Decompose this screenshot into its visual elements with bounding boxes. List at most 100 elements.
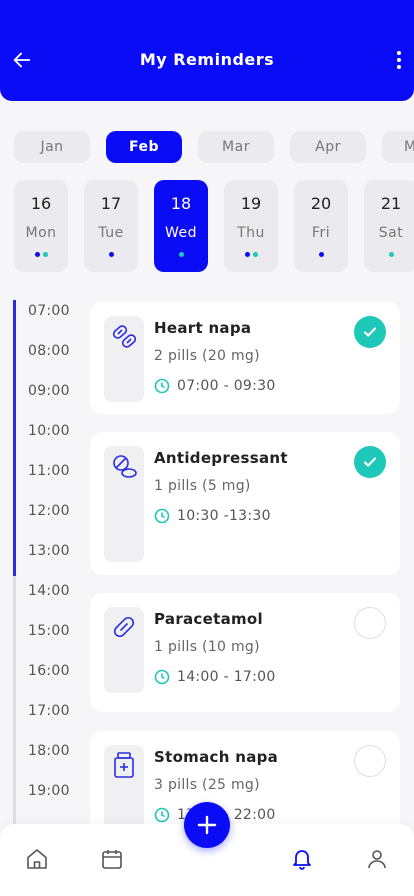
medicine-name: Heart napa [154,319,252,337]
medicine-dose: 1 pills (5 mg) [154,478,251,494]
indicator-dot [108,252,114,257]
clock-icon [154,508,170,524]
medicine-dose: 2 pills (20 mg) [154,348,260,364]
clock-icon [154,807,170,823]
calendar-icon [102,850,122,869]
time-label: 07:00 [28,303,70,319]
day-number: 21 [380,194,402,213]
time-label: 16:00 [28,663,70,679]
day-indicators [224,252,278,258]
nav-notifications[interactable] [289,846,315,872]
day-number: 18 [170,194,192,213]
more-menu-button[interactable] [390,48,408,72]
day-indicators [14,252,68,258]
day-name: Fri [311,225,331,241]
time-label: 09:00 [28,383,70,399]
day-number: 16 [30,194,52,213]
completed-checkbox[interactable] [354,446,386,478]
medicine-icon-box [104,446,144,562]
indicator-dot [244,252,250,257]
page-title: My Reminders [139,50,275,69]
day-name: Sat [378,225,404,241]
reminder-card[interactable]: Antidepressant 1 pills (5 mg) 10:30 -13:… [90,432,400,575]
day-indicators [294,252,348,258]
app-header: My Reminders [0,0,414,101]
medicine-name: Stomach napa [154,748,279,766]
medicine-icon-box [104,316,144,402]
plus-icon [197,815,217,835]
time-label: 19:00 [28,783,70,799]
indicator-dot [252,252,258,257]
day-number: 20 [310,194,332,213]
month-tab-feb[interactable]: Feb [106,131,182,163]
month-tab-jan[interactable]: Jan [14,131,90,163]
bell-icon [293,850,311,870]
nav-calendar[interactable] [99,846,125,872]
pill-icon [113,616,135,638]
time-label: 15:00 [28,623,70,639]
indicator-dot [42,252,48,257]
medicine-bottle-icon [114,752,134,778]
time-range: 14:00 - 17:00 [154,669,276,685]
day-card-16[interactable]: 16 Mon [14,180,68,272]
day-name: Tue [98,225,124,241]
medicine-icon-box [104,745,144,831]
indicator-dot [178,252,184,257]
time-label: 18:00 [28,743,70,759]
indicator-dot [34,252,40,257]
time-range-text: 10:30 -13:30 [177,508,271,524]
home-icon [27,849,47,869]
check-icon [363,327,377,337]
tablets-icon [113,455,137,478]
timeline-progress [13,300,16,576]
time-label: 14:00 [28,583,70,599]
medicine-icon-box [104,607,144,693]
time-label: 13:00 [28,543,70,559]
more-vertical-icon [397,51,401,69]
day-card-19[interactable]: 19 Thu [224,180,278,272]
day-number: 17 [100,194,122,213]
nav-home[interactable] [24,846,50,872]
medicine-name: Paracetamol [154,610,263,628]
day-number: 19 [240,194,262,213]
month-tab-apr[interactable]: Apr [290,131,366,163]
time-range-text: 07:00 - 09:30 [177,378,276,394]
medicine-name: Antidepressant [154,449,288,467]
time-label: 17:00 [28,703,70,719]
clock-icon [154,669,170,685]
day-indicators [364,252,414,258]
month-tab-mar[interactable]: Mar [198,131,274,163]
capsules-icon [112,325,137,348]
check-icon [363,457,377,467]
time-label: 12:00 [28,503,70,519]
month-selector: Jan Feb Mar Apr May [14,131,414,163]
day-card-21[interactable]: 21 Sat [364,180,414,272]
day-indicators [84,252,138,258]
time-label: 08:00 [28,343,70,359]
reminder-card[interactable]: Heart napa 2 pills (20 mg) 07:00 - 09:30 [90,302,400,414]
completed-checkbox[interactable] [354,316,386,348]
pending-checkbox[interactable] [354,607,386,639]
day-selector: 16 Mon 17 Tue 18 Wed 19 Thu 20 Fri 21 Sa… [14,180,414,272]
reminder-card[interactable]: Paracetamol 1 pills (10 mg) 14:00 - 17:0… [90,593,400,712]
add-reminder-button[interactable] [184,802,230,848]
time-range: 10:30 -13:30 [154,508,271,524]
day-name: Wed [164,225,198,241]
day-name: Mon [25,225,57,241]
indicator-dot [318,252,324,257]
month-tab-may[interactable]: May [382,131,414,163]
nav-profile[interactable] [364,846,390,872]
pending-checkbox[interactable] [354,745,386,777]
time-range-text: 14:00 - 17:00 [177,669,276,685]
medicine-dose: 1 pills (10 mg) [154,639,260,655]
time-range: 07:00 - 09:30 [154,378,276,394]
indicator-dot [388,252,394,257]
day-card-17[interactable]: 17 Tue [84,180,138,272]
day-card-18[interactable]: 18 Wed [154,180,208,272]
clock-icon [154,378,170,394]
time-label: 10:00 [28,423,70,439]
medicine-dose: 3 pills (25 mg) [154,777,260,793]
day-name: Thu [237,225,265,241]
day-card-20[interactable]: 20 Fri [294,180,348,272]
time-label: 11:00 [28,463,70,479]
